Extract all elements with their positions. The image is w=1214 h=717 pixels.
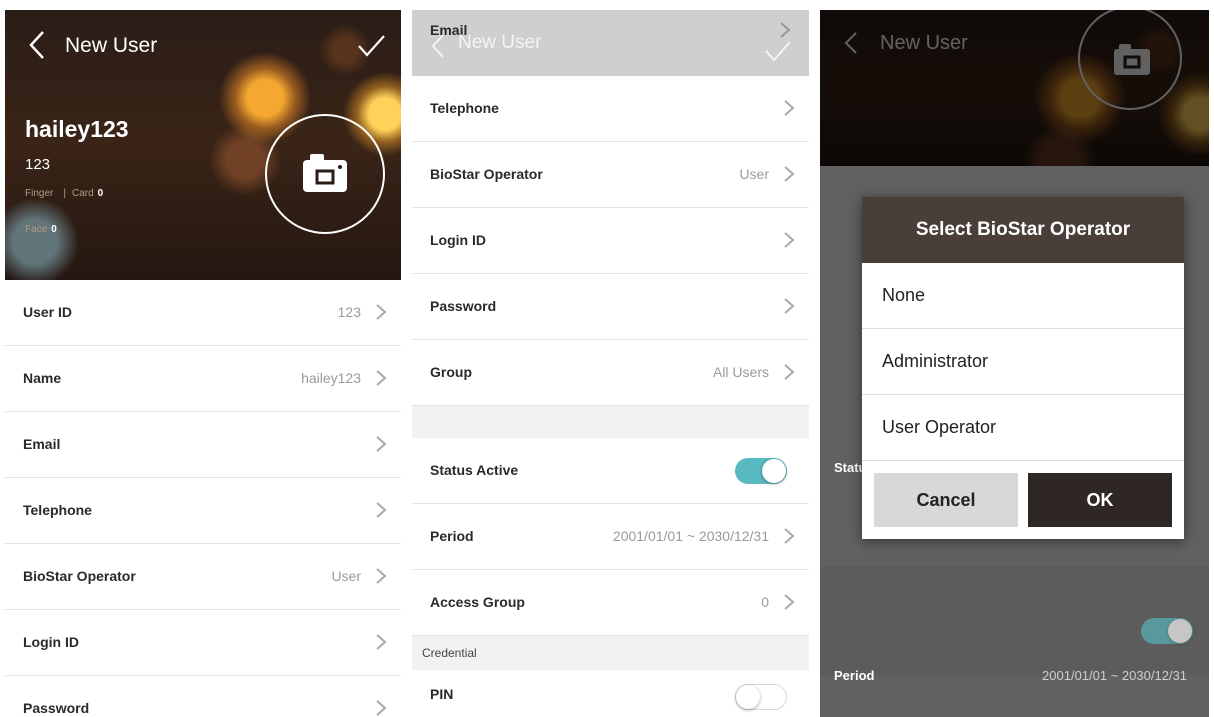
chevron-right-icon <box>784 364 795 380</box>
option-label: Administrator <box>882 351 989 371</box>
user-id-value: 123 <box>337 304 361 320</box>
chevron-right-icon <box>784 298 795 314</box>
screen-new-user: New User hailey123 123 Finger | Card 0 Face… <box>5 10 401 717</box>
card-count: 0 <box>97 188 104 199</box>
chevron-right-icon <box>376 502 387 518</box>
period-label: Period <box>834 668 875 683</box>
chevron-right-icon <box>376 436 387 452</box>
name-row[interactable]: Name hailey123 <box>5 346 401 412</box>
back-arrow-icon[interactable] <box>23 28 51 62</box>
option-label: None <box>882 285 926 305</box>
user-name-display: hailey123 <box>25 116 129 142</box>
credential-section-header: Credential <box>412 636 809 670</box>
back-arrow-icon[interactable] <box>428 32 448 60</box>
finger-label: Finger <box>25 188 54 199</box>
operator-row[interactable]: BioStar Operator User <box>412 142 809 208</box>
dialog-header: Select BioStar Operator <box>862 197 1184 263</box>
card-label: Card <box>71 188 94 199</box>
face-count: 0 <box>51 224 57 235</box>
face-count-line: Face 0 <box>25 224 57 235</box>
chevron-right-icon <box>376 370 387 386</box>
period-value: 2001/01/01 ~ 2030/12/31 <box>1042 668 1187 683</box>
period-value: 2001/01/01 ~ 2030/12/31 <box>612 528 769 544</box>
option-none[interactable]: None <box>862 263 1184 329</box>
status-active-toggle <box>1141 618 1193 644</box>
page-title: New User <box>65 34 158 57</box>
option-administrator[interactable]: Administrator <box>862 329 1184 395</box>
option-label: User Operator <box>882 417 997 437</box>
login-id-row[interactable]: Login ID <box>5 610 401 676</box>
dialog-title: Select BioStar Operator <box>915 219 1131 240</box>
face-label: Face <box>25 224 48 235</box>
user-id-row[interactable]: User ID 123 <box>5 280 401 346</box>
telephone-row[interactable]: Telephone <box>412 76 809 142</box>
operator-row[interactable]: BioStar Operator User <box>5 544 401 610</box>
status-active-label: Status Active <box>430 462 519 478</box>
user-id-label: User ID <box>23 304 73 320</box>
finger-card-counts: Finger | Card 0 <box>25 188 104 199</box>
top-bar: New User <box>5 10 401 80</box>
scrolled-header: Email New User <box>412 10 809 76</box>
email-row[interactable]: Email <box>5 412 401 478</box>
user-id-display: 123 <box>25 156 51 173</box>
toggle-knob <box>736 685 760 709</box>
save-check-icon[interactable] <box>763 36 793 66</box>
group-label: Group <box>430 364 472 380</box>
password-label: Password <box>23 700 90 716</box>
profile-header: New User hailey123 123 Finger | Card 0 Face… <box>5 10 401 280</box>
period-label: Period <box>430 528 474 544</box>
chevron-right-icon <box>784 166 795 182</box>
chevron-right-icon <box>784 594 795 610</box>
toggle-knob <box>762 459 786 483</box>
camera-icon <box>303 154 347 192</box>
password-label: Password <box>430 298 497 314</box>
pin-row[interactable]: PIN <box>412 670 809 717</box>
chevron-right-icon <box>376 634 387 650</box>
chevron-right-icon <box>376 304 387 320</box>
group-row[interactable]: Group All Users <box>412 340 809 406</box>
login-id-label: Login ID <box>23 634 79 650</box>
password-row[interactable]: Password <box>412 274 809 340</box>
email-label: Email <box>23 436 61 452</box>
chevron-right-icon <box>784 232 795 248</box>
operator-value: User <box>739 166 769 182</box>
ok-button[interactable]: OK <box>1028 473 1172 527</box>
name-label: Name <box>23 370 62 386</box>
name-value: hailey123 <box>301 370 361 386</box>
chevron-right-icon <box>376 700 387 716</box>
chevron-right-icon <box>784 528 795 544</box>
access-group-label: Access Group <box>430 594 525 610</box>
chevron-right-icon <box>376 568 387 584</box>
operator-value: User <box>331 568 361 584</box>
login-id-label: Login ID <box>430 232 486 248</box>
period-row[interactable]: Period 2001/01/01 ~ 2030/12/31 <box>412 504 809 570</box>
password-row[interactable]: Password <box>5 676 401 717</box>
access-group-value: 0 <box>761 594 769 610</box>
telephone-label: Telephone <box>23 502 92 518</box>
save-check-icon[interactable] <box>355 30 387 62</box>
status-active-row[interactable]: Status Active <box>412 438 809 504</box>
operator-label: BioStar Operator <box>23 568 136 584</box>
access-group-row[interactable]: Access Group 0 <box>412 570 809 636</box>
screen-operator-dialog: New User Status Active Period 2001/01/01… <box>820 10 1209 717</box>
operator-label: BioStar Operator <box>430 166 543 182</box>
select-operator-dialog: Select BioStar Operator None Administrat… <box>862 197 1184 539</box>
photo-button[interactable] <box>265 114 385 234</box>
telephone-row[interactable]: Telephone <box>5 478 401 544</box>
pin-label: PIN <box>430 686 454 702</box>
credential-header: Credential <box>422 646 477 660</box>
cancel-button[interactable]: Cancel <box>874 473 1018 527</box>
pin-toggle[interactable] <box>735 684 787 710</box>
group-value: All Users <box>712 364 769 380</box>
status-active-toggle[interactable] <box>735 458 787 484</box>
section-spacer <box>412 406 809 438</box>
chevron-right-icon <box>784 100 795 116</box>
page-title: New User <box>458 32 542 53</box>
toggle-knob <box>1168 619 1192 643</box>
telephone-label: Telephone <box>430 100 499 116</box>
login-id-row[interactable]: Login ID <box>412 208 809 274</box>
screen-new-user-scrolled: Email New User Telephone BioStar Operato… <box>412 10 809 717</box>
option-user-operator[interactable]: User Operator <box>862 395 1184 461</box>
